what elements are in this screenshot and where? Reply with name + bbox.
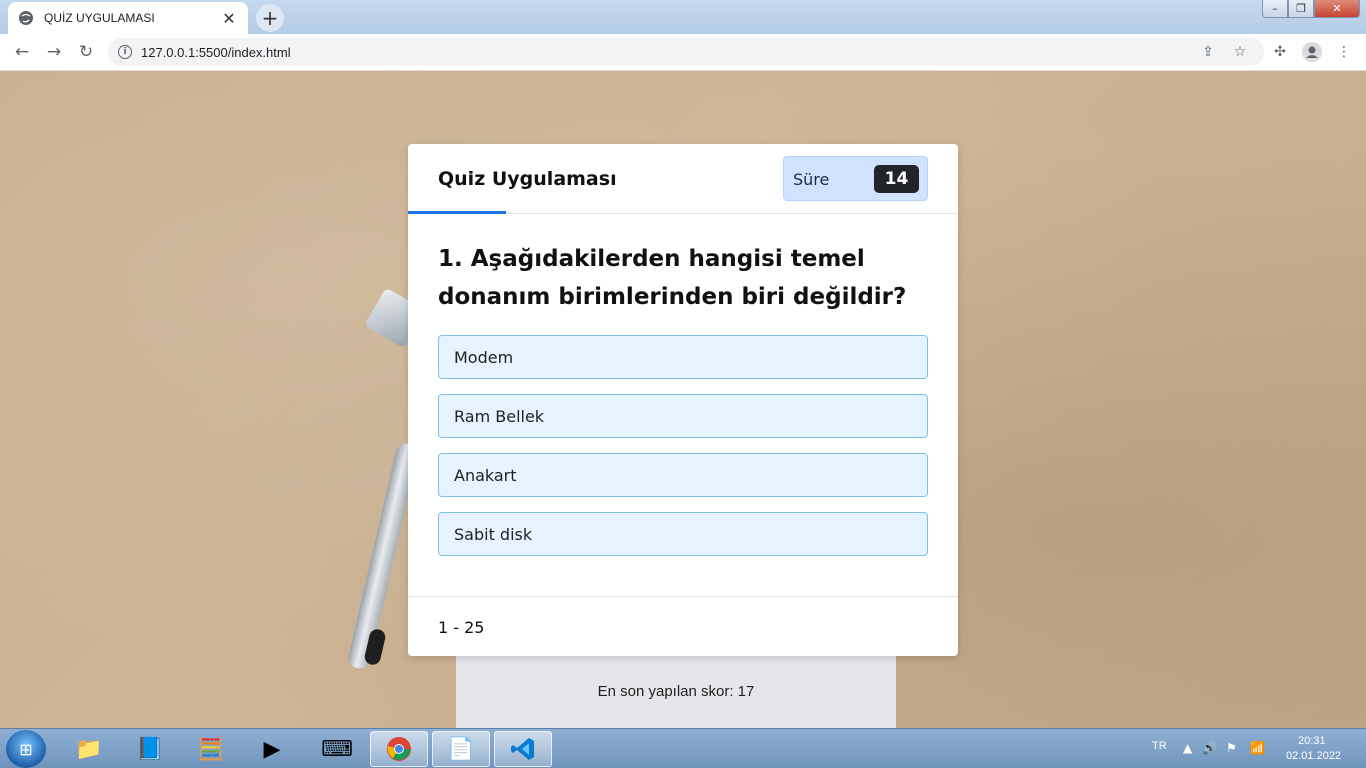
question-text: 1. Aşağıdakilerden hangisi temel donanım…: [438, 246, 907, 310]
document-app-icon[interactable]: 📄: [432, 731, 490, 767]
reload-icon[interactable]: ↻: [74, 40, 98, 64]
back-icon[interactable]: ←: [10, 40, 34, 64]
clock-date[interactable]: 02.01.2022: [1286, 750, 1341, 762]
forward-icon[interactable]: →: [42, 40, 66, 64]
option-item[interactable]: Modem: [438, 335, 928, 379]
last-score-text: En son yapılan skor: 17: [597, 683, 755, 700]
browser-toolbar: ← → ↻ i 127.0.0.1:5500/index.html ⇪ ☆ ✣ …: [0, 34, 1366, 71]
tab-title: QUİZ UYGULAMASI: [44, 11, 155, 25]
timer-label: Süre: [793, 170, 830, 189]
volume-icon[interactable]: 🔊: [1202, 741, 1217, 755]
option-list: Modem Ram Bellek Anakart Sabit disk: [438, 335, 928, 571]
share-icon[interactable]: ⇪: [1196, 40, 1220, 64]
close-tab-icon[interactable]: ✕: [220, 9, 238, 28]
calculator-icon[interactable]: 🧮: [182, 731, 240, 767]
profile-icon[interactable]: [1300, 40, 1324, 64]
header-accent-line: [408, 211, 506, 214]
quiz-card: Quiz Uygulaması Süre 14 1. Aşağıdakilerd…: [408, 144, 958, 656]
explorer-icon[interactable]: 📁: [60, 731, 118, 767]
close-window-button[interactable]: ✕: [1314, 0, 1360, 18]
language-indicator[interactable]: TR: [1152, 740, 1167, 752]
question-progress: 1 - 25: [438, 618, 485, 637]
option-item[interactable]: Sabit disk: [438, 512, 928, 556]
browser-titlebar: QUİZ UYGULAMASI ✕ + – ❐ ✕: [0, 0, 1366, 34]
page-viewport: En son yapılan skor: 17 Quiz Uygulaması …: [0, 71, 1366, 728]
menu-kebab-icon[interactable]: ⋮: [1332, 40, 1356, 64]
quiz-footer: 1 - 25: [408, 596, 958, 656]
globe-icon: [18, 10, 34, 26]
chrome-icon[interactable]: [370, 731, 428, 767]
taskbar: ⊞ 📁 📘 🧮 ▶ ⌨ 📄 TR ▲ 🔊 ⚑ 📶 20:31 02.01.202…: [0, 728, 1366, 768]
media-player-icon[interactable]: ▶: [243, 731, 301, 767]
browser-tab[interactable]: QUİZ UYGULAMASI ✕: [8, 2, 248, 34]
address-bar[interactable]: i 127.0.0.1:5500/index.html: [108, 38, 1264, 66]
new-tab-button[interactable]: +: [256, 4, 284, 32]
bookmark-star-icon[interactable]: ☆: [1228, 40, 1252, 64]
notepad-icon[interactable]: 📘: [121, 731, 179, 767]
keyboard-icon[interactable]: ⌨: [308, 731, 366, 767]
network-icon[interactable]: 📶: [1250, 741, 1265, 755]
quiz-title: Quiz Uygulaması: [438, 168, 617, 190]
action-center-icon[interactable]: ⚑: [1226, 741, 1237, 755]
extensions-icon[interactable]: ✣: [1268, 40, 1292, 64]
timer-box: Süre 14: [783, 156, 928, 201]
minimize-button[interactable]: –: [1262, 0, 1288, 18]
maximize-button[interactable]: ❐: [1288, 0, 1314, 18]
quiz-header: Quiz Uygulaması Süre 14: [408, 144, 958, 214]
option-item[interactable]: Ram Bellek: [438, 394, 928, 438]
tray-expand-icon[interactable]: ▲: [1183, 741, 1192, 755]
timer-value: 14: [874, 165, 919, 193]
url-text: 127.0.0.1:5500/index.html: [141, 44, 291, 60]
clock-time[interactable]: 20:31: [1298, 735, 1326, 747]
site-info-icon[interactable]: i: [118, 45, 132, 59]
option-item[interactable]: Anakart: [438, 453, 928, 497]
start-button[interactable]: ⊞: [6, 730, 46, 768]
vscode-icon[interactable]: [494, 731, 552, 767]
